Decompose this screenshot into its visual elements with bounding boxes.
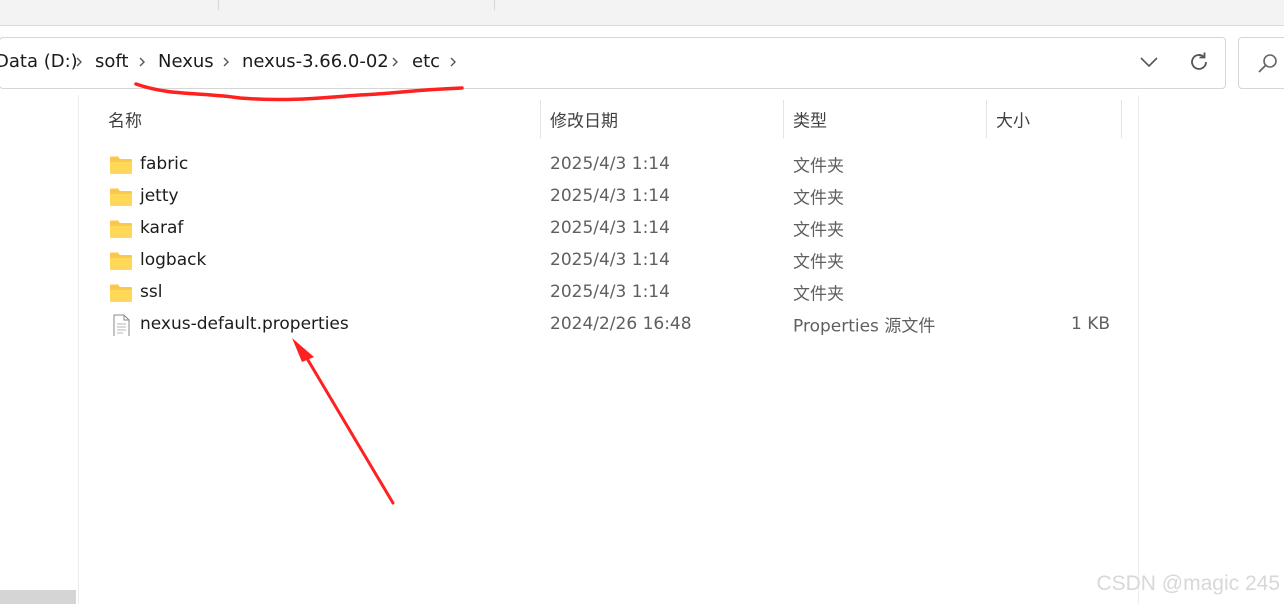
- breadcrumb-item-etc[interactable]: etc: [412, 53, 440, 71]
- file-name: nexus-default.properties: [140, 314, 349, 334]
- tab-divider: [218, 0, 219, 10]
- column-header-date[interactable]: 修改日期: [550, 107, 618, 132]
- chevron-down-icon: [1140, 57, 1158, 68]
- file-date: 2025/4/3 1:14: [550, 218, 670, 238]
- navigation-pane-divider: [78, 95, 79, 604]
- file-name: ssl: [140, 282, 163, 302]
- chevron-right-icon[interactable]: [73, 55, 85, 69]
- chevron-right-icon[interactable]: [220, 55, 232, 69]
- file-row[interactable]: karaf 2025/4/3 1:14 文件夹: [100, 212, 1120, 244]
- file-row[interactable]: jetty 2025/4/3 1:14 文件夹: [100, 180, 1120, 212]
- file-row[interactable]: logback 2025/4/3 1:14 文件夹: [100, 244, 1120, 276]
- refresh-icon: [1191, 52, 1207, 70]
- breadcrumb-item-nexus[interactable]: Nexus: [158, 53, 214, 71]
- file-row[interactable]: fabric 2025/4/3 1:14 文件夹: [100, 148, 1120, 180]
- folder-icon: [110, 188, 132, 206]
- file-name: logback: [140, 250, 207, 270]
- folder-icon: [110, 220, 132, 238]
- column-divider[interactable]: [540, 100, 541, 138]
- folder-icon: [110, 156, 132, 174]
- file-type: Properties 源文件: [793, 316, 936, 337]
- file-name: karaf: [140, 218, 184, 238]
- navigation-pane-scrollbar[interactable]: [0, 590, 76, 604]
- chevron-right-icon[interactable]: [447, 55, 459, 69]
- file-date: 2025/4/3 1:14: [550, 250, 670, 270]
- details-pane-divider: [1138, 95, 1139, 604]
- search-icon[interactable]: [1256, 52, 1280, 76]
- column-divider[interactable]: [986, 100, 987, 138]
- breadcrumb-item-nexus-version[interactable]: nexus-3.66.0-02: [242, 53, 389, 71]
- tab-divider: [494, 0, 495, 10]
- address-history-dropdown[interactable]: [1134, 47, 1164, 77]
- watermark: CSDN @magic 245: [1096, 572, 1280, 595]
- breadcrumb-item-soft[interactable]: soft: [95, 53, 128, 71]
- file-type: 文件夹: [793, 252, 844, 273]
- file-name: fabric: [140, 154, 189, 174]
- file-row[interactable]: ssl 2025/4/3 1:14 文件夹: [100, 276, 1120, 308]
- file-date: 2024/2/26 16:48: [550, 314, 692, 334]
- document-icon: [113, 314, 130, 336]
- column-header-name[interactable]: 名称: [108, 107, 142, 132]
- title-bar: [0, 0, 1284, 26]
- file-type: 文件夹: [793, 188, 844, 209]
- folder-icon: [110, 284, 132, 302]
- file-date: 2025/4/3 1:14: [550, 282, 670, 302]
- file-size: 1 KB: [1070, 314, 1110, 334]
- refresh-button[interactable]: [1184, 47, 1214, 77]
- file-type: 文件夹: [793, 156, 844, 177]
- chevron-right-icon[interactable]: [136, 55, 148, 69]
- column-header-type[interactable]: 类型: [793, 107, 827, 132]
- annotation-arrow-head: [292, 338, 314, 362]
- breadcrumb-item-drive[interactable]: Data (D:): [0, 53, 78, 71]
- file-name: jetty: [140, 186, 179, 206]
- file-type: 文件夹: [793, 220, 844, 241]
- file-type: 文件夹: [793, 284, 844, 305]
- file-row[interactable]: nexus-default.properties 2024/2/26 16:48…: [100, 308, 1120, 340]
- annotation-arrow-shaft: [300, 348, 395, 505]
- column-header-size[interactable]: 大小: [996, 107, 1030, 132]
- file-date: 2025/4/3 1:14: [550, 154, 670, 174]
- column-divider[interactable]: [783, 100, 784, 138]
- folder-icon: [110, 252, 132, 270]
- column-divider[interactable]: [1121, 100, 1122, 138]
- file-date: 2025/4/3 1:14: [550, 186, 670, 206]
- chevron-right-icon[interactable]: [389, 55, 401, 69]
